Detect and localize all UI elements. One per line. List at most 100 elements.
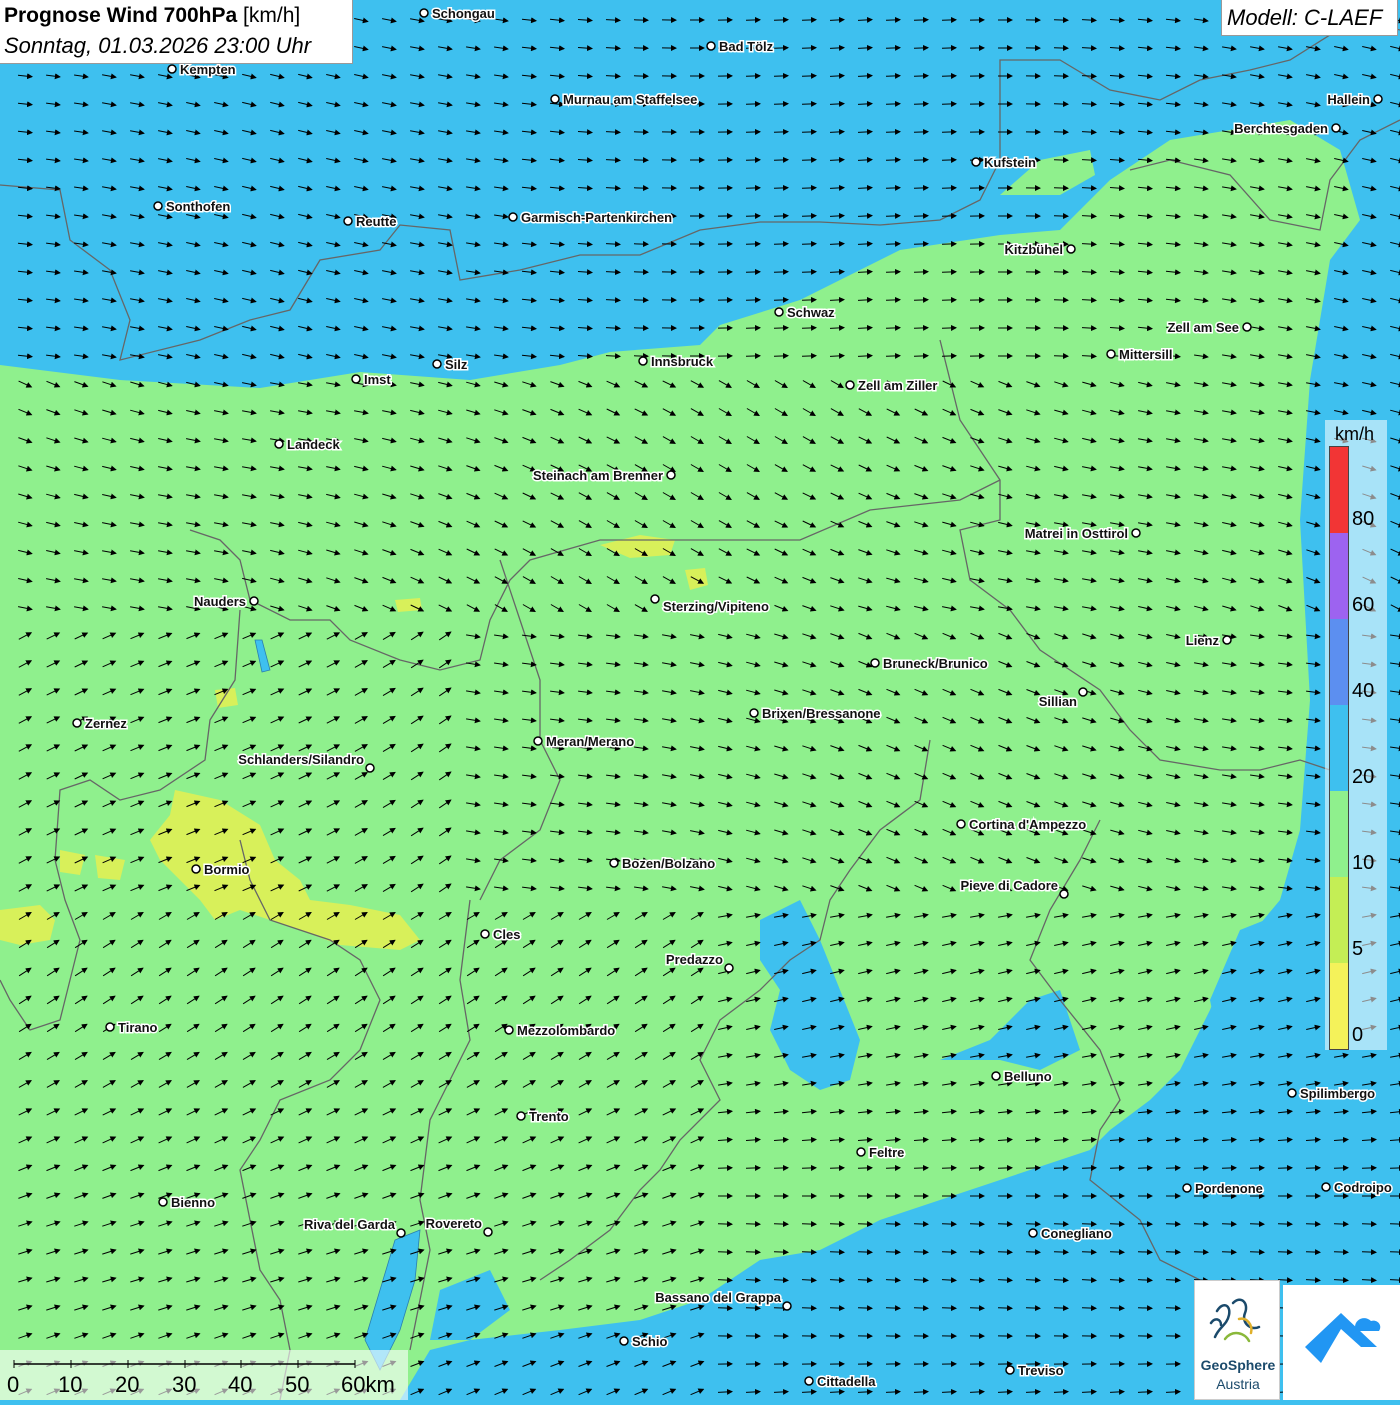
city-dot	[484, 1228, 492, 1236]
map-title: Prognose Wind 700hPa [km/h]	[4, 4, 300, 28]
city-label: Cortina d'Ampezzo	[969, 817, 1086, 832]
wind-arrow	[886, 272, 900, 273]
city-dot	[481, 930, 489, 938]
city-dot	[846, 381, 854, 389]
wind-arrow	[802, 160, 816, 161]
city-label: Sillian	[1039, 694, 1077, 709]
wind-arrow	[886, 76, 900, 77]
legend-band-0-5	[1330, 963, 1348, 1049]
city-dot	[517, 1112, 525, 1120]
city-label: Riva del Garda	[304, 1217, 396, 1232]
city-label: Sonthofen	[166, 199, 230, 214]
wind-arrow	[886, 20, 900, 21]
legend-band-80-plus	[1330, 447, 1348, 533]
wind-arrow	[774, 272, 788, 273]
city-dot	[1243, 323, 1251, 331]
city-label: Schio	[632, 1334, 667, 1349]
city-label: Brixen/Bressanone	[762, 706, 881, 721]
city-label: Bormio	[204, 862, 250, 877]
city-dot	[1374, 95, 1382, 103]
wind-arrow	[914, 48, 928, 49]
city-dot	[168, 65, 176, 73]
city-dot	[972, 158, 980, 166]
wind-arrow	[998, 1252, 1012, 1253]
legend-band-10-20	[1330, 791, 1348, 877]
city-label: Cles	[493, 927, 520, 942]
wind-forecast-map: SchongauBad TölzKemptenMurnau am Staffel…	[0, 0, 1400, 1400]
city-dot	[1132, 529, 1140, 537]
wind-arrow	[1222, 1252, 1236, 1253]
model-box: Modell: C-LAEF	[1221, 0, 1398, 36]
city-dot	[275, 440, 283, 448]
city-label: Codroipo	[1334, 1180, 1392, 1195]
city-dot	[73, 719, 81, 727]
wind-arrow	[802, 356, 816, 357]
scale-label: 60km	[341, 1372, 395, 1398]
city-dot	[1107, 350, 1115, 358]
title-box: Prognose Wind 700hPa [km/h] Sonntag, 01.…	[0, 0, 353, 64]
scale-label: 0	[7, 1372, 19, 1398]
city-dot	[707, 42, 715, 50]
city-label: Hallein	[1327, 92, 1370, 107]
wind-arrow	[914, 272, 928, 273]
city-dot	[610, 859, 618, 867]
wind-arrow	[774, 216, 788, 217]
wind-arrow	[942, 1252, 956, 1253]
wind-arrow	[858, 1308, 872, 1309]
city-label: Zell am Ziller	[858, 378, 937, 393]
wind-arrow	[914, 76, 928, 77]
city-label: Steinach am Brenner	[533, 468, 663, 483]
wind-arrow	[774, 300, 788, 301]
wind-arrow	[1054, 1308, 1068, 1309]
wind-arrow	[802, 188, 816, 189]
city-dot	[1332, 124, 1340, 132]
city-dot	[250, 597, 258, 605]
wind-arrow	[802, 104, 816, 105]
legend-band-60-80	[1330, 533, 1348, 619]
wind-arrow	[802, 20, 816, 21]
forecast-datetime: Sonntag, 01.03.2026 23:00 Uhr	[4, 33, 311, 59]
wind-arrow	[774, 244, 788, 245]
weather-app-logo	[1283, 1285, 1400, 1400]
city-dot	[957, 820, 965, 828]
city-label: Reutte	[356, 214, 396, 229]
wind-arrow	[830, 1252, 844, 1253]
legend-label-10: 10	[1352, 852, 1374, 875]
wind-arrow	[774, 160, 788, 161]
wind-arrow	[1138, 1308, 1152, 1309]
color-legend: km/h 80 60 40 20 10 5 0	[1325, 420, 1387, 1050]
wind-arrow	[1390, 1252, 1400, 1253]
wind-arrow	[1278, 1252, 1292, 1253]
wind-arrow	[886, 104, 900, 105]
wind-arrow	[886, 328, 900, 329]
city-label: Kitzbühel	[1005, 242, 1064, 257]
wind-arrow	[942, 1308, 956, 1309]
legend-band-5-10	[1330, 877, 1348, 963]
city-dot	[159, 1198, 167, 1206]
city-label: Predazzo	[666, 952, 723, 967]
city-dot	[992, 1072, 1000, 1080]
city-label: Innsbruck	[651, 354, 714, 369]
wind-arrow	[914, 20, 928, 21]
city-dot	[534, 737, 542, 745]
wind-arrow	[886, 356, 900, 357]
wind-arrow	[746, 1308, 760, 1309]
city-dot	[1288, 1089, 1296, 1097]
geosphere-logo-subtext: Austria	[1195, 1376, 1281, 1392]
city-dot	[397, 1229, 405, 1237]
wind-arrow	[886, 216, 900, 217]
wind-arrow	[802, 216, 816, 217]
wind-arrow	[774, 48, 788, 49]
city-label: Trento	[529, 1109, 569, 1124]
geosphere-logo-icon	[1195, 1281, 1281, 1357]
city-label: Spilimbergo	[1300, 1086, 1375, 1101]
city-dot	[1223, 636, 1231, 644]
city-label: Schwaz	[787, 305, 835, 320]
wind-arrow	[1082, 1308, 1096, 1309]
city-label: Bruneck/Brunico	[883, 656, 988, 671]
city-label: Zell am See	[1167, 320, 1239, 335]
wind-arrow	[914, 300, 928, 301]
geosphere-logo: GeoSphere Austria	[1194, 1280, 1280, 1400]
wind-arrow	[914, 188, 928, 189]
wind-arrow	[1166, 1308, 1180, 1309]
